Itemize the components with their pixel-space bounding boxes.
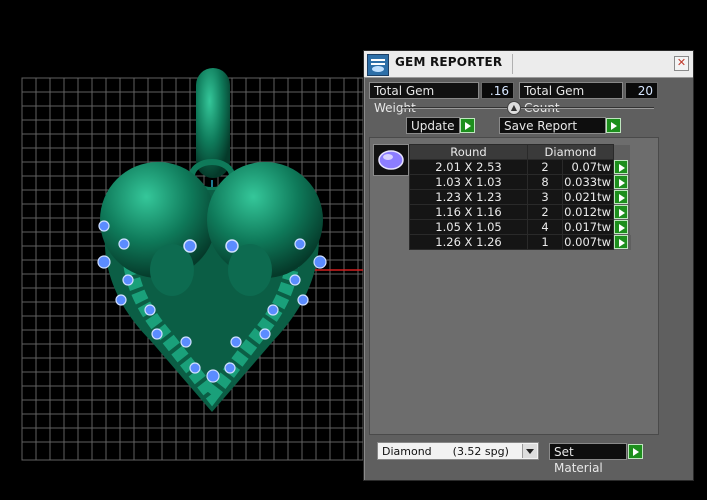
gem-weight: 0.033tw [562, 174, 614, 190]
table-header-row: Round Diamond [409, 144, 631, 160]
gem-size: 2.01 X 2.53 [409, 159, 528, 175]
gem-weight: 0.017tw [562, 219, 614, 235]
gem-count: 3 [527, 189, 563, 205]
gem-table: Round Diamond 2.01 X 2.53 2 0.07tw 1.03 … [409, 144, 631, 250]
row-select-icon[interactable] [614, 205, 628, 219]
table-row[interactable]: 1.26 X 1.26 1 0.007tw [409, 234, 631, 250]
row-select-icon[interactable] [614, 190, 628, 204]
slider-track[interactable] [402, 107, 654, 109]
gem-reporter-panel: GEM REPORTER ✕ Total Gem Weight .16 Tota… [363, 50, 694, 481]
round-diamond-icon [373, 144, 409, 176]
gem-count: 2 [527, 204, 563, 220]
gem-weight: 0.007tw [562, 234, 614, 250]
row-select-icon[interactable] [614, 220, 628, 234]
table-row[interactable]: 1.03 X 1.03 8 0.033tw [409, 174, 631, 190]
set-material-button[interactable]: Set Material [549, 443, 627, 475]
table-row[interactable]: 1.16 X 1.16 2 0.012tw [409, 204, 631, 220]
row-select-icon[interactable] [614, 175, 628, 189]
table-row[interactable]: 1.05 X 1.05 4 0.017tw [409, 219, 631, 235]
gem-weight: 0.012tw [562, 204, 614, 220]
gem-reporter-app-icon [367, 54, 389, 76]
save-report-go-icon[interactable] [606, 118, 621, 133]
total-gem-count-label: Total Gem Count [519, 82, 623, 115]
total-gem-weight-value: .16 [481, 82, 514, 99]
gem-weight: 0.07tw [562, 159, 614, 175]
save-report-button[interactable]: Save Report [499, 117, 606, 134]
total-gem-count-value: 20 [625, 82, 658, 99]
gem-count: 4 [527, 219, 563, 235]
gem-size: 1.03 X 1.03 [409, 174, 528, 190]
window-title: GEM REPORTER [395, 55, 503, 69]
slider-handle-icon[interactable]: ▲ [507, 101, 521, 115]
table-row[interactable]: 1.23 X 1.23 3 0.021tw [409, 189, 631, 205]
column-header-shape: Round [409, 144, 528, 160]
title-divider [512, 54, 513, 74]
gem-weight: 0.021tw [562, 189, 614, 205]
column-header-material: Diamond [527, 144, 614, 160]
table-row[interactable]: 2.01 X 2.53 2 0.07tw [409, 159, 631, 175]
update-button[interactable]: Update [406, 117, 460, 134]
close-icon[interactable]: ✕ [674, 56, 689, 71]
gem-count: 2 [527, 159, 563, 175]
gem-count: 8 [527, 174, 563, 190]
total-gem-weight-label: Total Gem Weight [369, 82, 479, 115]
row-select-icon[interactable] [614, 160, 628, 174]
gem-size: 1.26 X 1.26 [409, 234, 528, 250]
gem-size: 1.05 X 1.05 [409, 219, 528, 235]
row-select-icon[interactable] [614, 235, 628, 249]
material-select[interactable]: Diamond (3.52 spg) [377, 442, 539, 460]
material-select-value: Diamond (3.52 spg) [382, 445, 509, 458]
title-bar[interactable]: GEM REPORTER ✕ [364, 51, 693, 78]
gem-count: 1 [527, 234, 563, 250]
gem-size: 1.23 X 1.23 [409, 189, 528, 205]
set-material-go-icon[interactable] [628, 444, 643, 459]
chevron-down-icon[interactable] [522, 444, 537, 458]
update-go-icon[interactable] [460, 118, 475, 133]
gem-size: 1.16 X 1.16 [409, 204, 528, 220]
